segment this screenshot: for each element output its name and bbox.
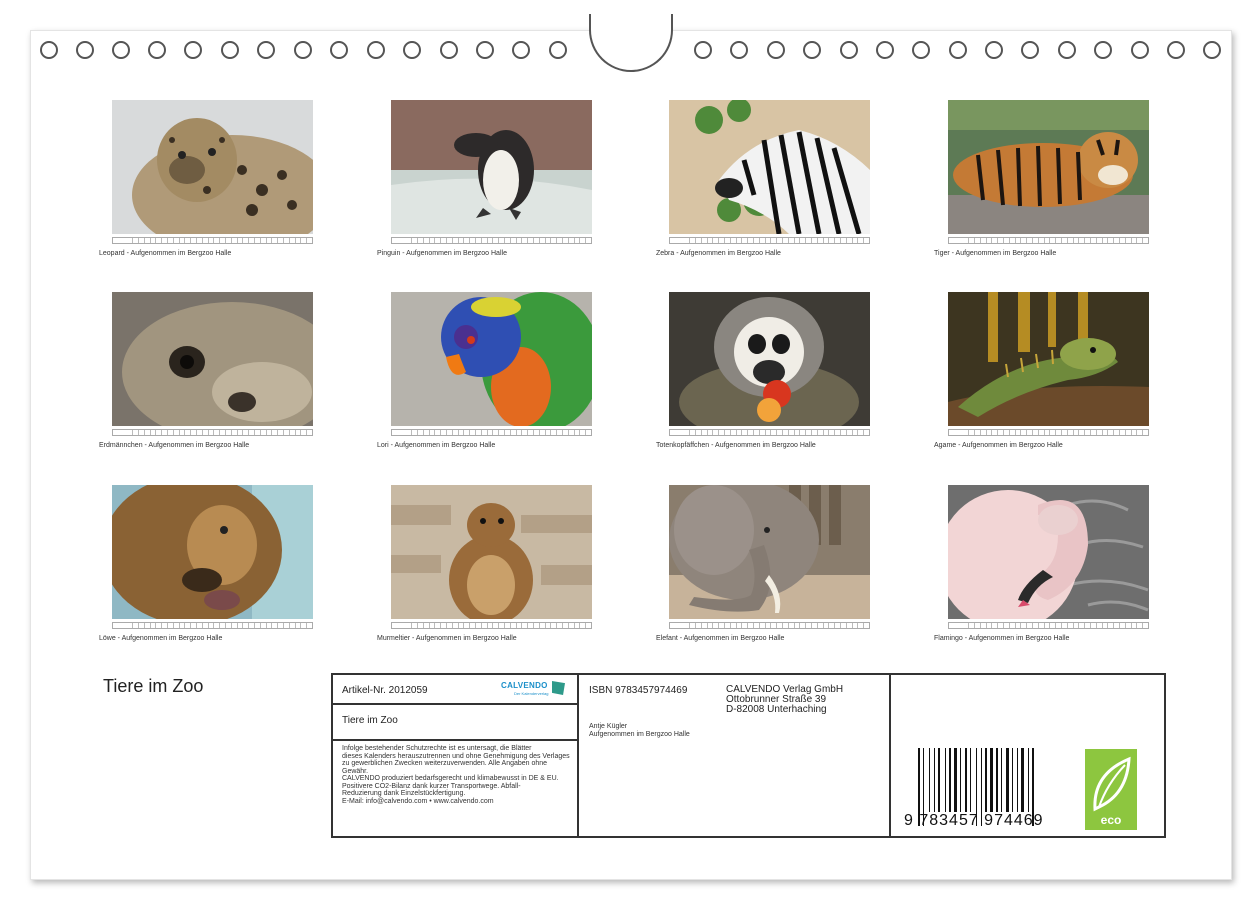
barcode-bar [970,748,971,812]
calendar-title: Tiere im Zoo [103,676,204,696]
caption-lion: Löwe - Aufgenommen im Bergzoo Halle [99,635,223,642]
binding-ring [694,41,712,59]
binding-ring [912,41,930,59]
calvendo-logo-text: CALVENDO [501,681,548,690]
barcode-bar [949,748,951,812]
date-strip [948,622,1149,629]
legal-notice: Infolge bestehender Schutzrechte ist es … [342,745,570,805]
eco-label: eco [1100,813,1122,827]
binding-ring [294,41,312,59]
binding-ring [367,41,385,59]
photo-lion [112,485,313,619]
photo-flamingo [948,485,1149,619]
barcode-bar [1001,748,1002,812]
binding-ring [767,41,785,59]
caption-agama: Agame - Aufgenommen im Bergzoo Halle [934,442,1063,449]
caption-leopard: Leopard - Aufgenommen im Bergzoo Halle [99,250,232,257]
caption-penguin: Pinguin - Aufgenommen im Bergzoo Halle [377,250,507,257]
caption-tiger: Tiger - Aufgenommen im Bergzoo Halle [934,250,1057,257]
barcode-bar [934,748,935,812]
barcode-bar [985,748,987,812]
binding-ring [985,41,1003,59]
binding-ring [476,41,494,59]
binding-ring [1203,41,1221,59]
binding-ring [549,41,567,59]
photo-squirrel-monkey [669,292,870,426]
binding-ring [1094,41,1112,59]
barcode-bar [1017,748,1018,812]
barcode-bar [929,748,930,812]
isbn: ISBN 9783457974469 [589,685,688,696]
date-strip [391,429,592,436]
binding-ring [112,41,130,59]
barcode-bar [954,748,957,812]
photo-marmot [391,485,592,619]
barcode-bar [990,748,993,812]
publisher-address: CALVENDO Verlag GmbH Ottobrunner Straße … [726,684,844,715]
barcode-bar [945,748,946,812]
photo-agama [948,292,1149,426]
binding-ring [876,41,894,59]
barcode-bar [960,748,961,812]
binding-ring [949,41,967,59]
date-strip [948,237,1149,244]
photo-elephant [669,485,870,619]
author-info: Antje Kügler Aufgenommen im Bergzoo Hall… [589,723,690,738]
date-strip [391,622,592,629]
calvendo-icon [552,681,565,695]
photo-penguin [391,100,592,234]
binding-ring [440,41,458,59]
binding-ring [1167,41,1185,59]
date-strip [669,237,870,244]
binding-ring [403,41,421,59]
caption-marmot: Murmeltier - Aufgenommen im Bergzoo Hall… [377,635,517,642]
photo-zebra [669,100,870,234]
caption-squirrel-monkey: Totenkopfäffchen - Aufgenommen im Bergzo… [656,442,816,449]
binding-ring [40,41,58,59]
binding-ring [184,41,202,59]
binding-ring [257,41,275,59]
date-strip [669,622,870,629]
binding-ring [221,41,239,59]
date-strip [669,429,870,436]
date-strip [948,429,1149,436]
barcode-bar [1028,748,1029,812]
article-number: Artikel-Nr. 2012059 [342,685,428,696]
imprint-title: Tiere im Zoo [342,715,398,726]
binding-ring [803,41,821,59]
binding-ring [330,41,348,59]
binding-ring [730,41,748,59]
caption-flamingo: Flamingo - Aufgenommen im Bergzoo Halle [934,635,1070,642]
eco-badge: eco [1085,749,1137,830]
barcode-bar [1021,748,1024,812]
photo-leopard [112,100,313,234]
caption-meerkat: Erdmännchen - Aufgenommen im Bergzoo Hal… [99,442,250,449]
barcode-number: 9 783457 974469 [904,812,1044,829]
date-strip [112,622,313,629]
date-strip [391,237,592,244]
binding-ring [1021,41,1039,59]
caption-elephant: Elefant - Aufgenommen im Bergzoo Halle [656,635,785,642]
binding-ring [1131,41,1149,59]
barcode-bar [938,748,940,812]
binding-ring [840,41,858,59]
calvendo-logo: CALVENDO Der Kalenderverlag [500,679,570,699]
barcode-bar [965,748,967,812]
binding-ring [148,41,166,59]
date-strip [112,429,313,436]
barcode-bar [1012,748,1013,812]
photo-meerkat [112,292,313,426]
caption-zebra: Zebra - Aufgenommen im Bergzoo Halle [656,250,781,257]
caption-lorikeet: Lori - Aufgenommen im Bergzoo Halle [377,442,496,449]
photo-lorikeet [391,292,592,426]
date-strip [112,237,313,244]
binding-ring [512,41,530,59]
photo-tiger [948,100,1149,234]
barcode-bar [1006,748,1009,812]
binding-ring [76,41,94,59]
barcode-bar [996,748,998,812]
binding-ring [1058,41,1076,59]
calvendo-logo-sub: Der Kalenderverlag [514,691,549,696]
